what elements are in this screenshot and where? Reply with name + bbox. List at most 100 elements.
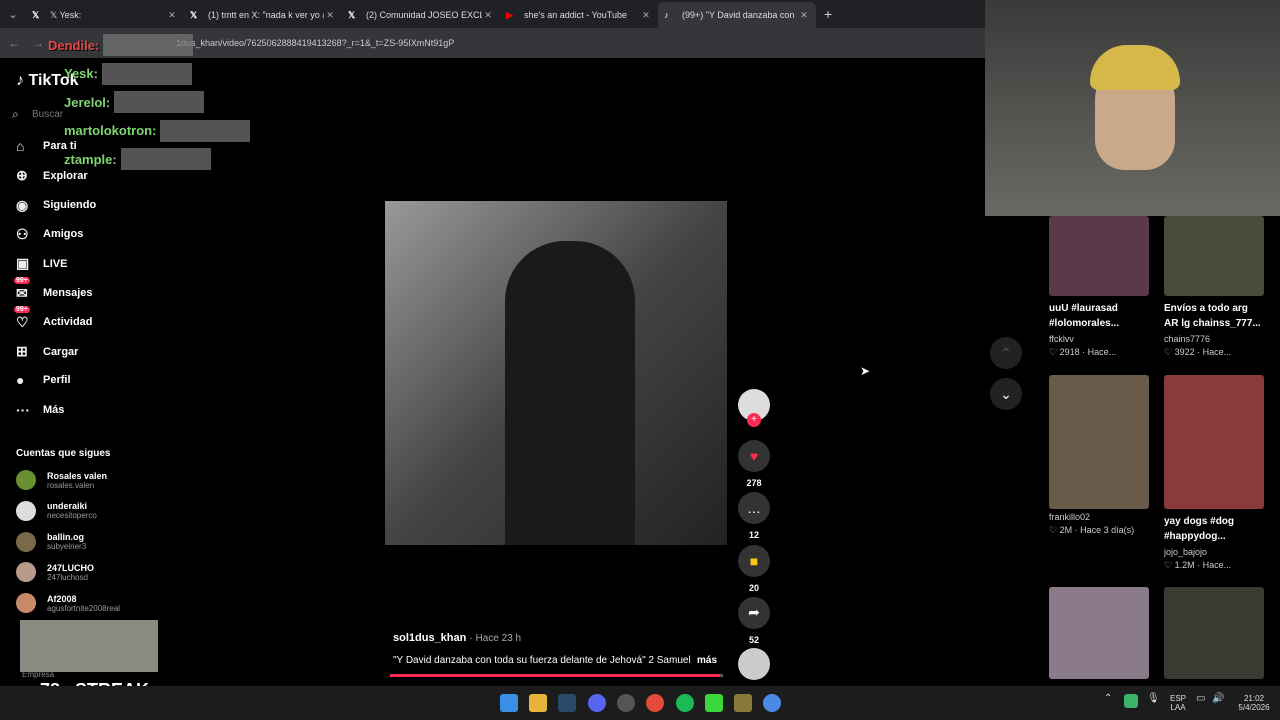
video-author[interactable]: sol1dus_khan · Hace 23 h: [393, 632, 521, 644]
file-explorer-icon[interactable]: [529, 694, 547, 712]
bookmark-button[interactable]: ■ 20: [737, 544, 771, 593]
related-video-card[interactable]: [1164, 587, 1264, 679]
more-button[interactable]: más: [697, 655, 717, 666]
account-name: Rosales valen: [47, 470, 108, 481]
security-tray-icon[interactable]: [1124, 694, 1138, 708]
following-account[interactable]: Rosales valen rosales.valen: [16, 470, 107, 490]
tab-title: (99+) "Y David danzaba con: [682, 10, 795, 20]
chrome-icon[interactable]: [646, 694, 664, 712]
following-accounts-title: Cuentas que sigues: [16, 448, 111, 459]
comment-button[interactable]: … 12: [737, 492, 771, 540]
sidebar-item-cargar[interactable]: ⊞ Cargar: [16, 343, 78, 360]
chat-emote: [103, 34, 194, 56]
related-video-card[interactable]: yay dogs #dog #happydog... jojo_bajojo ♡ 1…: [1164, 375, 1264, 571]
video-thumbnail[interactable]: [1049, 216, 1149, 296]
account-name: ballin.og: [47, 532, 84, 543]
related-video-card[interactable]: frankillo02 ♡ 2M · Hace 3 día(s): [1049, 375, 1149, 536]
url-field[interactable]: 1dus_khan/video/7625062888419413268?_r=1…: [176, 38, 454, 48]
related-video-card[interactable]: Envíos a todo arg AR lg chainss_777... ch…: [1164, 216, 1264, 358]
tab-search-icon[interactable]: ⌄: [0, 8, 26, 21]
close-tab-icon[interactable]: ✕: [166, 10, 178, 21]
close-tab-icon[interactable]: ✕: [324, 10, 336, 21]
following-account[interactable]: 247LUCHO 247luchosd: [16, 562, 95, 583]
account-name: 247LUCHO: [47, 562, 95, 573]
video-subject: [505, 241, 635, 545]
sidebar-item-actividad[interactable]: ♡ 99+ Actividad: [14, 305, 93, 331]
video-thumbnail[interactable]: [1049, 587, 1149, 679]
account-handle: rosales.valen: [47, 480, 95, 490]
chat-emote: [114, 91, 205, 113]
spotify-icon[interactable]: [676, 694, 694, 712]
mic-icon[interactable]: 🎙: [1147, 694, 1160, 704]
video-thumbnail[interactable]: [1164, 375, 1264, 509]
author-avatar[interactable]: +: [737, 389, 771, 427]
card-user: frankillo02: [1049, 512, 1091, 522]
close-tab-icon[interactable]: ✕: [640, 10, 652, 21]
chat-message: Jerelol:: [64, 91, 205, 113]
browser-tab[interactable]: ♪ (99+) "Y David danzaba con ✕: [658, 2, 816, 28]
profile-icon: ●: [16, 372, 25, 389]
video-progress-bar[interactable]: [390, 674, 723, 677]
kick-icon[interactable]: [705, 694, 723, 712]
video-thumbnail[interactable]: [1164, 587, 1264, 679]
steam-icon[interactable]: [558, 694, 576, 712]
sidebar-item-perfil[interactable]: ● Perfil: [16, 372, 71, 388]
related-video-card[interactable]: uuU #laurasad #lolomorales... ffcklvv ♡ 29…: [1049, 216, 1149, 358]
avatar: [16, 470, 36, 490]
obs-icon[interactable]: [617, 694, 635, 712]
video-player[interactable]: [385, 201, 727, 545]
discord-icon[interactable]: [588, 694, 606, 712]
back-icon[interactable]: ←: [4, 36, 24, 50]
related-video-card[interactable]: [1049, 587, 1149, 679]
card-stats: ♡ 1.2M · Hace...: [1164, 560, 1232, 570]
following-account[interactable]: underaiki necesitoperco: [16, 500, 97, 521]
tray-chevron-icon[interactable]: ⌃: [1104, 694, 1112, 704]
sidebar-item-label: Mensajes: [43, 287, 93, 299]
close-tab-icon[interactable]: ✕: [798, 10, 810, 21]
windows-taskbar: ⌃ 🎙 ESP LAA ▭ 🔊 21:02 5/4/2026: [0, 686, 1280, 720]
following-account[interactable]: ballin.og subyeiner3: [16, 531, 86, 552]
start-icon[interactable]: [500, 694, 518, 712]
share-button[interactable]: ➦ 52: [737, 596, 771, 645]
sidebar-item-más[interactable]: ··· Más: [16, 402, 64, 418]
streamer-beanie: [1090, 45, 1180, 90]
browser-icon[interactable]: [763, 694, 781, 712]
follow-plus-icon[interactable]: +: [747, 413, 761, 427]
volume-icon[interactable]: 🔊: [1212, 694, 1224, 704]
language-indicator[interactable]: ESP LAA: [1170, 694, 1186, 712]
video-thumbnail[interactable]: [1049, 375, 1149, 509]
browser-tab[interactable]: 𝕏 (2) Comunidad JOSEO EXCLUSI✕: [342, 2, 500, 28]
card-user: chains7776: [1164, 334, 1211, 344]
video-thumbnail[interactable]: [1164, 216, 1264, 296]
sidebar-item-live[interactable]: ▣ LIVE: [16, 255, 67, 272]
sidebar-item-amigos[interactable]: ⚇ Amigos: [16, 226, 83, 243]
home-icon: ⌂: [16, 138, 25, 154]
browser-tab[interactable]: ▶ she's an addict - YouTube ✕: [500, 2, 658, 28]
sidebar-item-label: Amigos: [43, 228, 84, 241]
card-user: ffcklvv: [1049, 334, 1074, 344]
following-account[interactable]: Af2008 agusfortnite2008real: [16, 593, 120, 614]
new-tab-button[interactable]: +: [824, 6, 832, 22]
card-stats: ♡ 2918 · Hace...: [1049, 347, 1117, 357]
close-tab-icon[interactable]: ✕: [482, 10, 494, 21]
network-icon[interactable]: ▭: [1196, 694, 1205, 704]
previous-video-button[interactable]: ⌃: [990, 337, 1022, 369]
chat-message: martolokotron:: [64, 119, 251, 142]
browser-tab[interactable]: 𝕏 (1) tmtt en X: "nada k ver yo aq ✕: [184, 2, 342, 28]
x-logo-icon: 𝕏: [348, 9, 356, 20]
stream-overlay-gif: [20, 620, 158, 672]
forward-icon[interactable]: →: [28, 36, 48, 50]
comment-icon: …: [738, 492, 770, 525]
sidebar-item-mensajes[interactable]: ✉ 99+ Mensajes: [14, 276, 93, 302]
browser-tab[interactable]: 𝕏 𝕏 Yesk: ✕: [26, 2, 184, 28]
sidebar-item-label: Cargar: [43, 345, 79, 358]
sidebar-item-siguiendo[interactable]: ◉ Siguiendo: [16, 197, 96, 214]
sidebar-item-label: Explorar: [43, 169, 88, 182]
music-disc[interactable]: [737, 648, 771, 680]
app-icon[interactable]: [734, 694, 752, 712]
clock[interactable]: 21:02 5/4/2026: [1236, 694, 1272, 712]
video-time: · Hace 23 h: [469, 633, 522, 644]
like-button[interactable]: ♥ 278: [737, 440, 771, 488]
next-video-button[interactable]: ⌄: [990, 378, 1022, 410]
avatar: [16, 562, 36, 583]
